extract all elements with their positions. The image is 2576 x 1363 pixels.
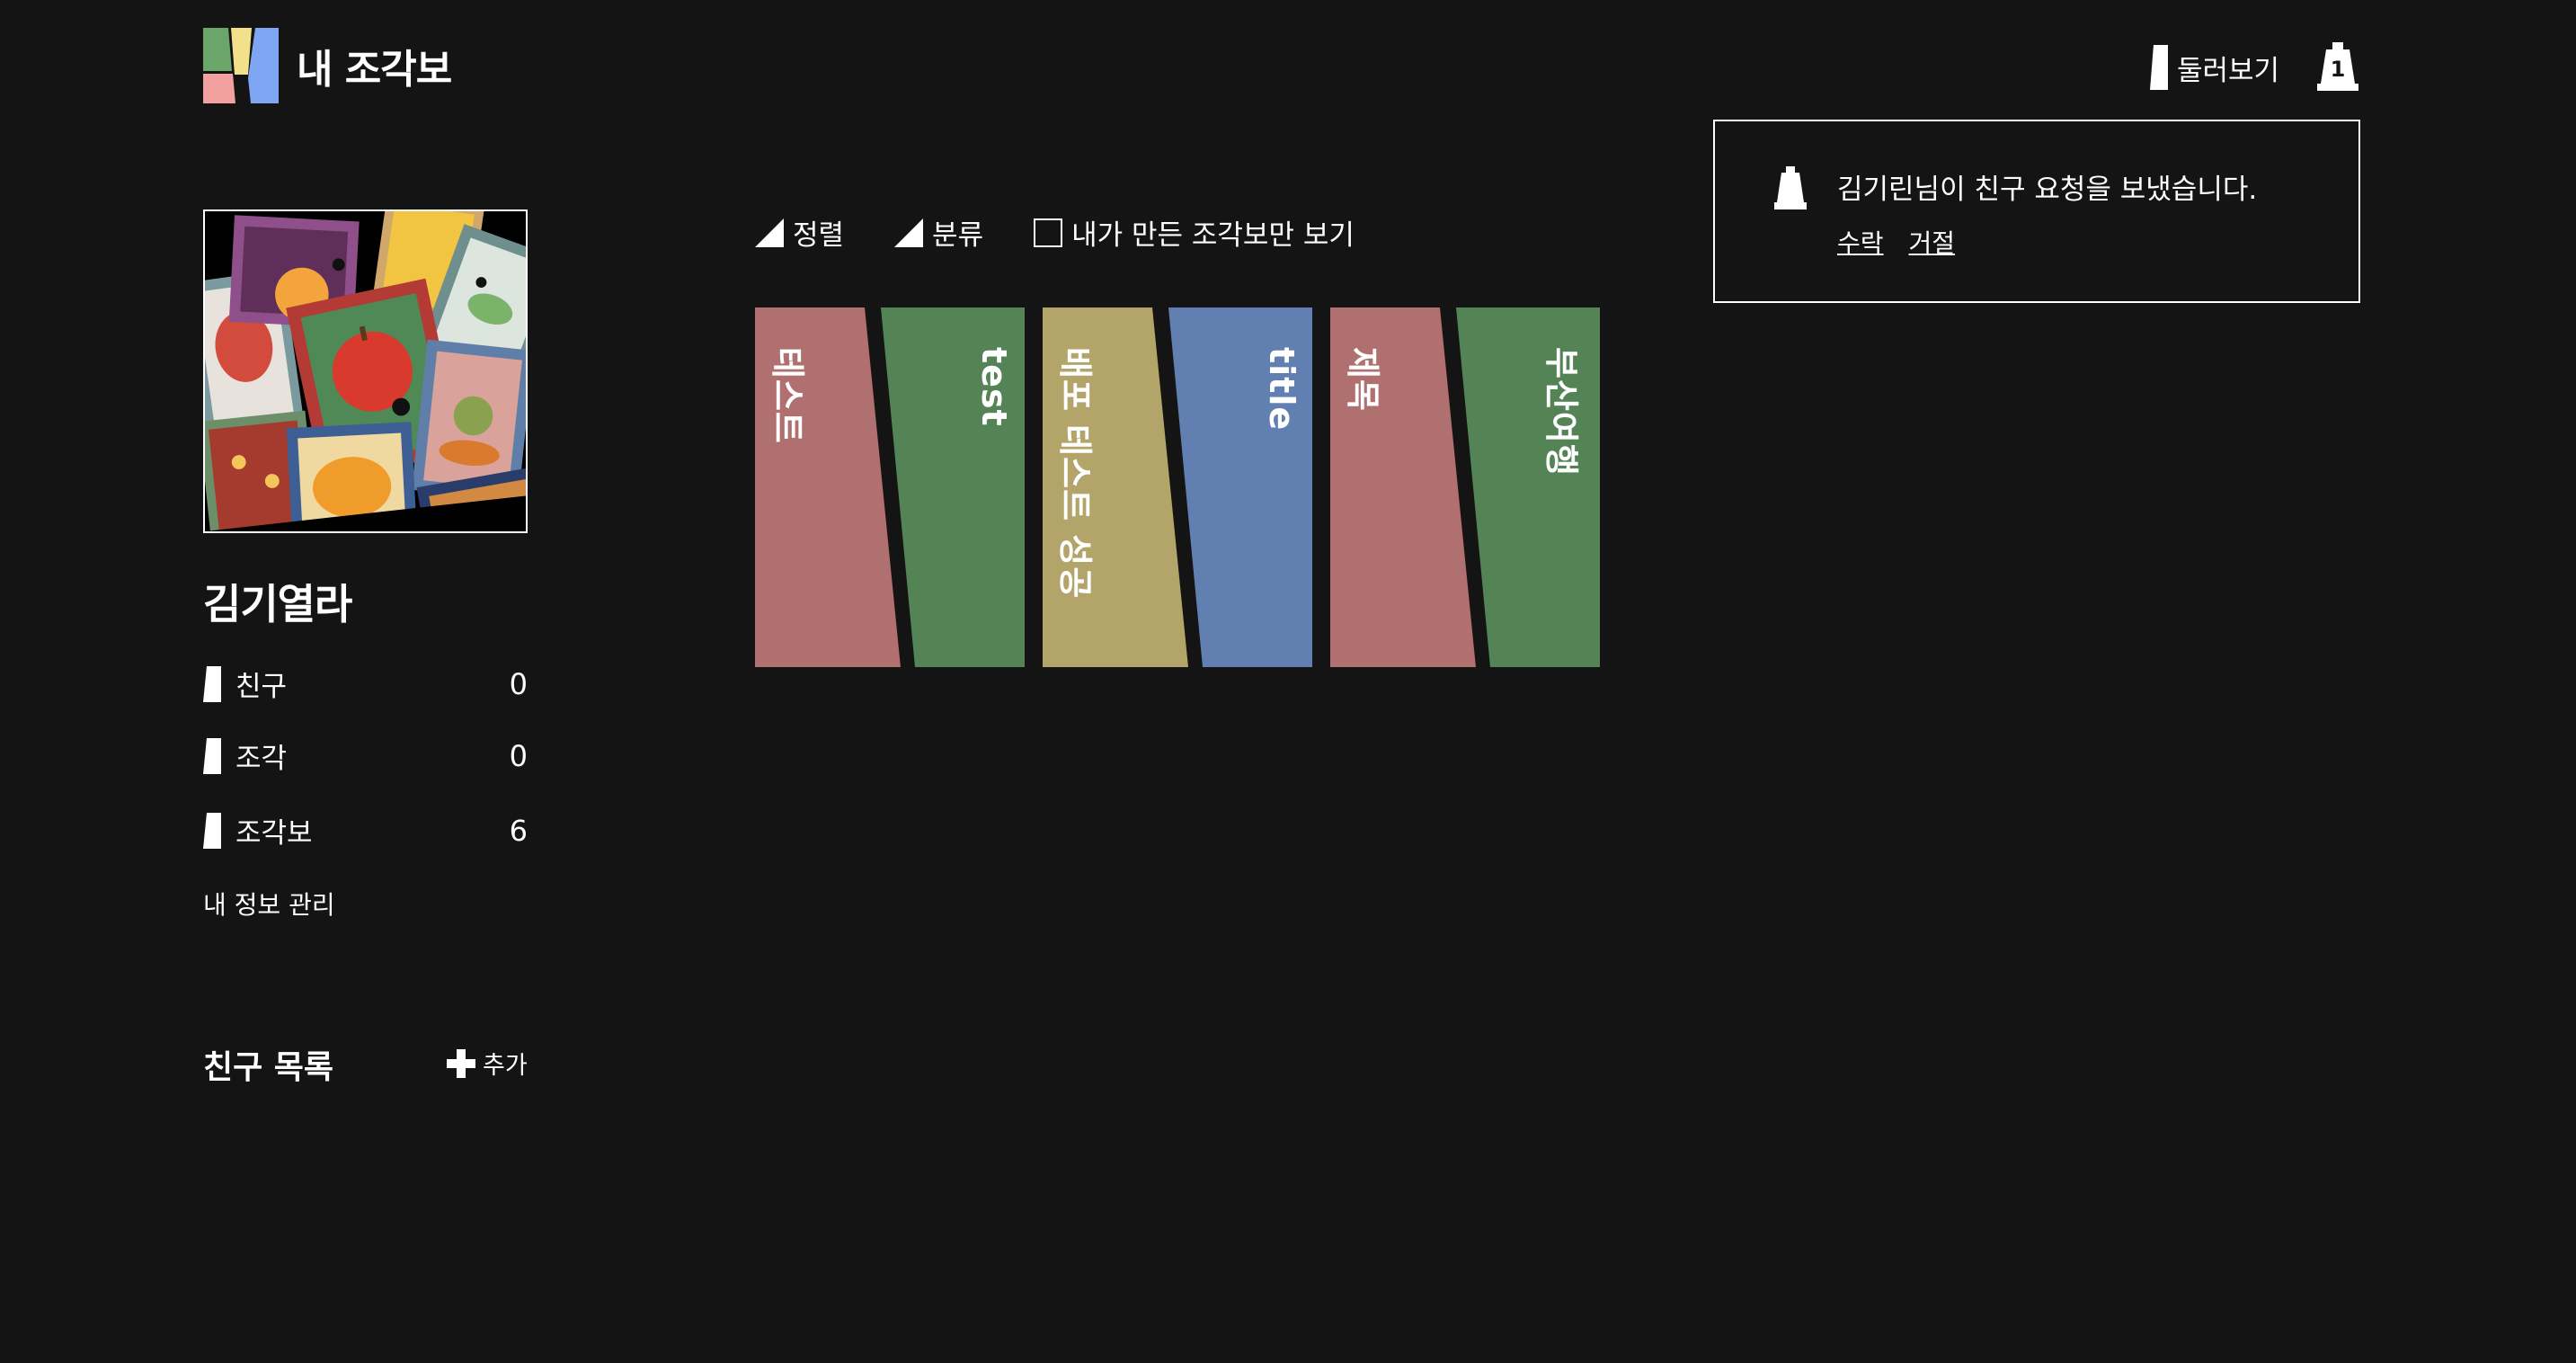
bookmark-icon [203,737,221,774]
triangle-icon [755,218,784,247]
stat-friends: 친구 0 [203,664,528,704]
stat-friends-value: 0 [509,666,528,701]
browse-link[interactable]: 둘러보기 [2150,45,2279,90]
quilt-book-4[interactable]: 제목 [1330,307,1476,667]
toolbar: 정렬 분류 내가 만든 조각보만 보기 [755,212,1405,253]
quilt-book-title: 부산여행 [1541,347,1581,477]
stat-quilts: 조각보 6 [203,810,528,851]
category-button[interactable]: 분류 [894,212,983,253]
stat-friends-label: 친구 [235,671,288,703]
manage-profile-link[interactable]: 내 정보 관리 [203,886,335,922]
quilt-book-1[interactable]: test [881,307,1025,667]
category-label: 분류 [932,219,984,252]
sort-label: 정렬 [793,219,845,252]
add-friend-button[interactable]: 추가 [447,1046,528,1081]
bell-icon [1774,166,1807,209]
app-title: 내 조각보 [297,47,452,93]
stat-pieces-label: 조각 [235,743,288,775]
stat-quilts-value: 6 [509,813,528,848]
quilt-book-title: 배포 테스트 성공 [1055,347,1095,600]
quilt-book-3[interactable]: title [1168,307,1312,667]
stat-pieces: 조각 0 [203,735,528,776]
mine-only-checkbox[interactable] [1034,218,1063,247]
stat-quilts-label: 조각보 [235,817,313,850]
avatar-collage-image [205,211,526,531]
notification-bell-button[interactable]: 1 [2317,42,2358,91]
page: 내 조각보 둘러보기 1 김기린님이 친구 요청을 보냈습니다. 수락 거절 김… [0,0,2576,1363]
quilt-book-5[interactable]: 부산여행 [1456,307,1600,667]
plus-icon [447,1048,475,1078]
quilt-book-title: test [974,347,1014,427]
profile-username: 김기열라 [203,580,352,628]
browse-label: 둘러보기 [2177,54,2280,87]
avatar [203,209,528,533]
quilt-book-title: 제목 [1343,347,1382,412]
bookmark-icon [203,812,221,849]
stat-pieces-value: 0 [509,738,528,773]
reject-friend-button[interactable]: 거절 [1909,224,1956,260]
bookmark-icon [2150,45,2168,90]
friends-list-title: 친구 목록 [203,1049,334,1086]
notification-count-badge: 1 [2330,57,2346,82]
add-friend-label: 추가 [483,1052,528,1080]
mine-only-toggle[interactable]: 내가 만든 조각보만 보기 [1034,212,1355,253]
quilt-shelf: 테스트 test 배포 테스트 성공 title 제목 부산여행 [755,307,1600,667]
triangle-icon [894,218,924,247]
quilt-book-2[interactable]: 배포 테스트 성공 [1043,307,1188,667]
home-logo-link[interactable]: 내 조각보 [203,28,452,103]
sort-button[interactable]: 정렬 [755,212,844,253]
quilt-book-title: 테스트 [768,347,807,444]
patchwork-logo-icon [203,28,279,103]
bookmark-icon [203,665,221,702]
quilt-book-title: title [1262,347,1301,432]
quilt-book-0[interactable]: 테스트 [755,307,901,667]
accept-friend-button[interactable]: 수락 [1837,224,1884,260]
notification-popup: 김기린님이 친구 요청을 보냈습니다. 수락 거절 [1713,120,2360,303]
notification-actions: 수락 거절 [1837,224,1955,260]
mine-only-label: 내가 만든 조각보만 보기 [1071,219,1355,252]
notification-message: 김기린님이 친구 요청을 보냈습니다. [1837,174,2258,206]
